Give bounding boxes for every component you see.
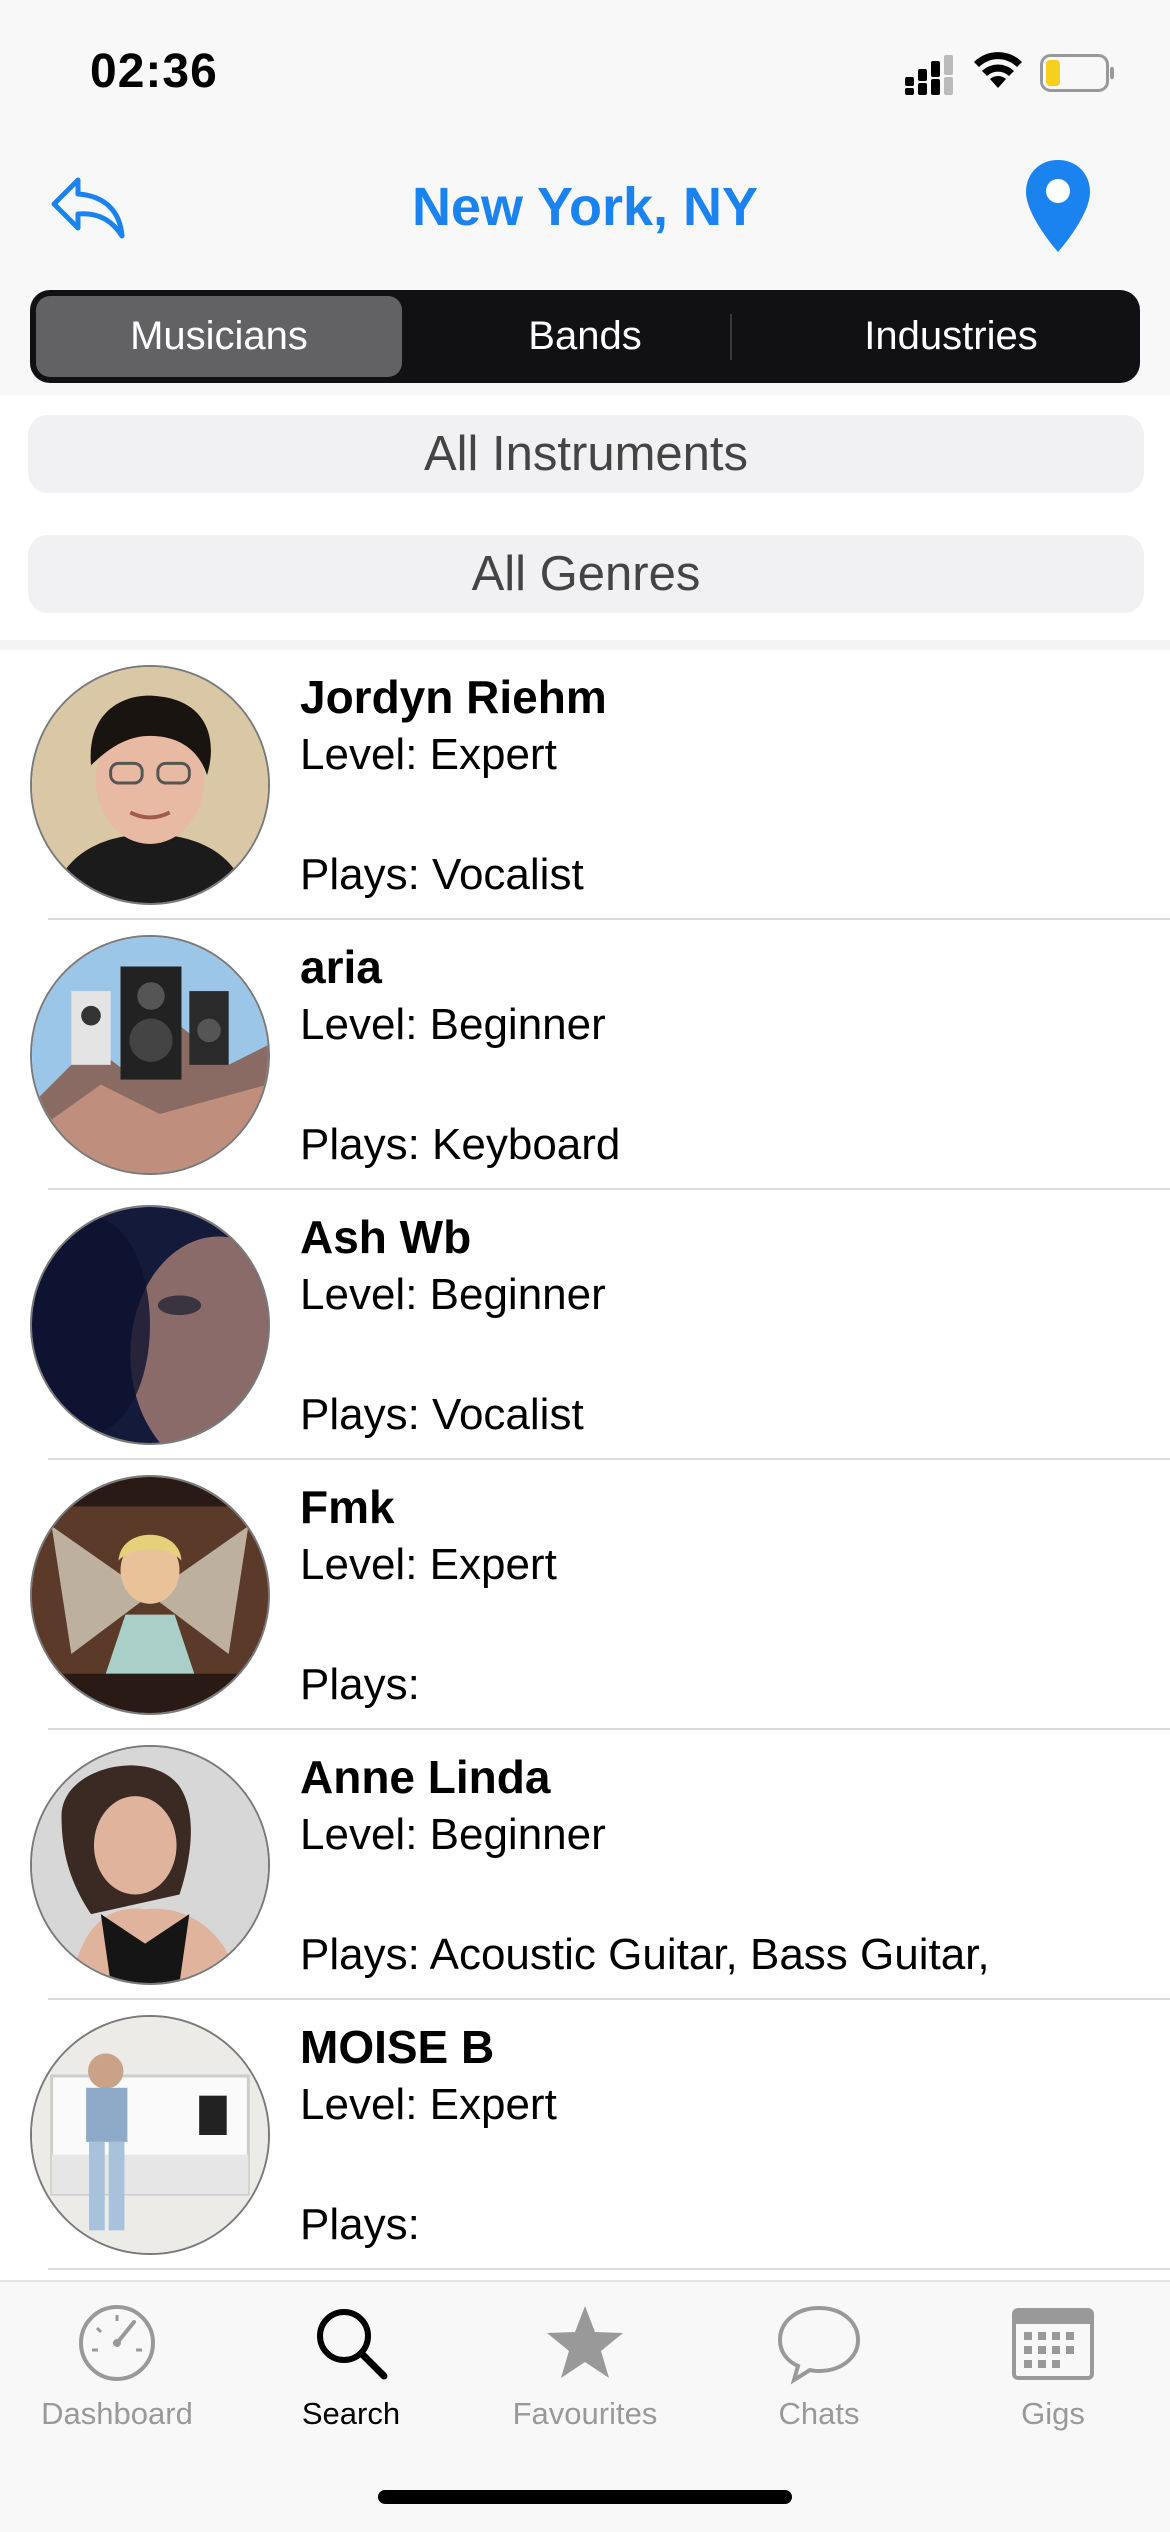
row-separator: [48, 2268, 1170, 2270]
musician-level: Level: Expert: [300, 1540, 557, 1589]
musician-name: aria: [300, 941, 382, 993]
musician-name: Anne Linda: [300, 1751, 551, 1803]
musician-name: MOISE B: [300, 2021, 495, 2073]
avatar: [30, 1205, 270, 1445]
instruments-filter-button[interactable]: All Instruments: [28, 415, 1144, 493]
segment-musicians[interactable]: Musicians: [36, 296, 402, 377]
speedometer-icon: [79, 2305, 155, 2381]
status-bar: 02:36: [0, 0, 1170, 140]
tab-label: Chats: [778, 2396, 860, 2431]
category-segmented-control: Musicians Bands Industries: [30, 290, 1140, 383]
segment-container: Musicians Bands Industries: [0, 280, 1170, 395]
musician-row[interactable]: aria Level: Beginner Plays: Keyboard: [0, 920, 1170, 1190]
tab-label: Search: [301, 2396, 401, 2431]
tab-label: Gigs: [1021, 2396, 1085, 2431]
avatar: [30, 1745, 270, 1985]
musician-level: Level: Beginner: [300, 1810, 606, 1859]
filter-area: All Instruments All Genres: [0, 395, 1170, 645]
avatar: [30, 1475, 270, 1715]
navigation-bar: New York, NY: [0, 140, 1170, 280]
musician-plays: Plays: Keyboard: [300, 1120, 621, 1169]
wifi-icon: [974, 52, 1022, 88]
tab-search[interactable]: Search: [234, 2298, 468, 2438]
location-pin-icon[interactable]: [1022, 158, 1094, 254]
musician-level: Level: Expert: [300, 730, 557, 779]
musician-plays: Plays:: [300, 1660, 420, 1709]
musician-plays: Plays: Vocalist: [300, 1390, 584, 1439]
musician-row[interactable]: Jordyn Riehm Level: Expert Plays: Vocali…: [0, 650, 1170, 920]
tab-label: Favourites: [512, 2396, 658, 2431]
tab-label: Dashboard: [41, 2396, 193, 2431]
segment-bands[interactable]: Bands: [402, 296, 768, 377]
musician-level: Level: Beginner: [300, 1270, 606, 1319]
cellular-signal-icon: [905, 55, 953, 95]
genres-filter-button[interactable]: All Genres: [28, 535, 1144, 613]
tab-chats[interactable]: Chats: [702, 2298, 936, 2438]
musician-plays: Plays: Acoustic Guitar, Bass Guitar,: [300, 1930, 990, 1979]
filter-divider: [0, 640, 1170, 650]
tab-favourites[interactable]: Favourites: [468, 2298, 702, 2438]
screen: 02:36 New York, NY Musicians Bands Indus…: [0, 0, 1170, 2532]
musician-row[interactable]: Fmk Level: Expert Plays:: [0, 1460, 1170, 1730]
musician-plays: Plays:: [300, 2200, 420, 2249]
musician-row[interactable]: Anne Linda Level: Beginner Plays: Acoust…: [0, 1730, 1170, 2000]
avatar: [30, 665, 270, 905]
musician-level: Level: Expert: [300, 2080, 557, 2129]
musician-name: Ash Wb: [300, 1211, 472, 1263]
star-icon: [547, 2306, 623, 2378]
musician-row[interactable]: Ash Wb Level: Beginner Plays: Vocalist: [0, 1190, 1170, 1460]
page-title: New York, NY: [411, 177, 759, 237]
search-icon: [317, 2309, 388, 2380]
avatar: [30, 2015, 270, 2255]
chat-bubble-icon: [777, 2305, 861, 2385]
musician-list: Jordyn Riehm Level: Expert Plays: Vocali…: [0, 650, 1170, 2270]
segment-industries[interactable]: Industries: [768, 296, 1134, 377]
musician-plays: Plays: Vocalist: [300, 850, 584, 899]
musician-row[interactable]: MOISE B Level: Expert Plays:: [0, 2000, 1170, 2270]
segment-divider: [730, 314, 732, 360]
tab-gigs[interactable]: Gigs: [936, 2298, 1170, 2438]
avatar: [30, 935, 270, 1175]
status-time: 02:36: [90, 45, 218, 98]
home-indicator: [378, 2490, 792, 2504]
calendar-icon: [1012, 2308, 1094, 2380]
musician-level: Level: Beginner: [300, 1000, 606, 1049]
musician-name: Jordyn Riehm: [300, 671, 607, 723]
musician-name: Fmk: [300, 1481, 395, 1533]
tab-dashboard[interactable]: Dashboard: [0, 2298, 234, 2438]
battery-icon: [1040, 54, 1114, 92]
